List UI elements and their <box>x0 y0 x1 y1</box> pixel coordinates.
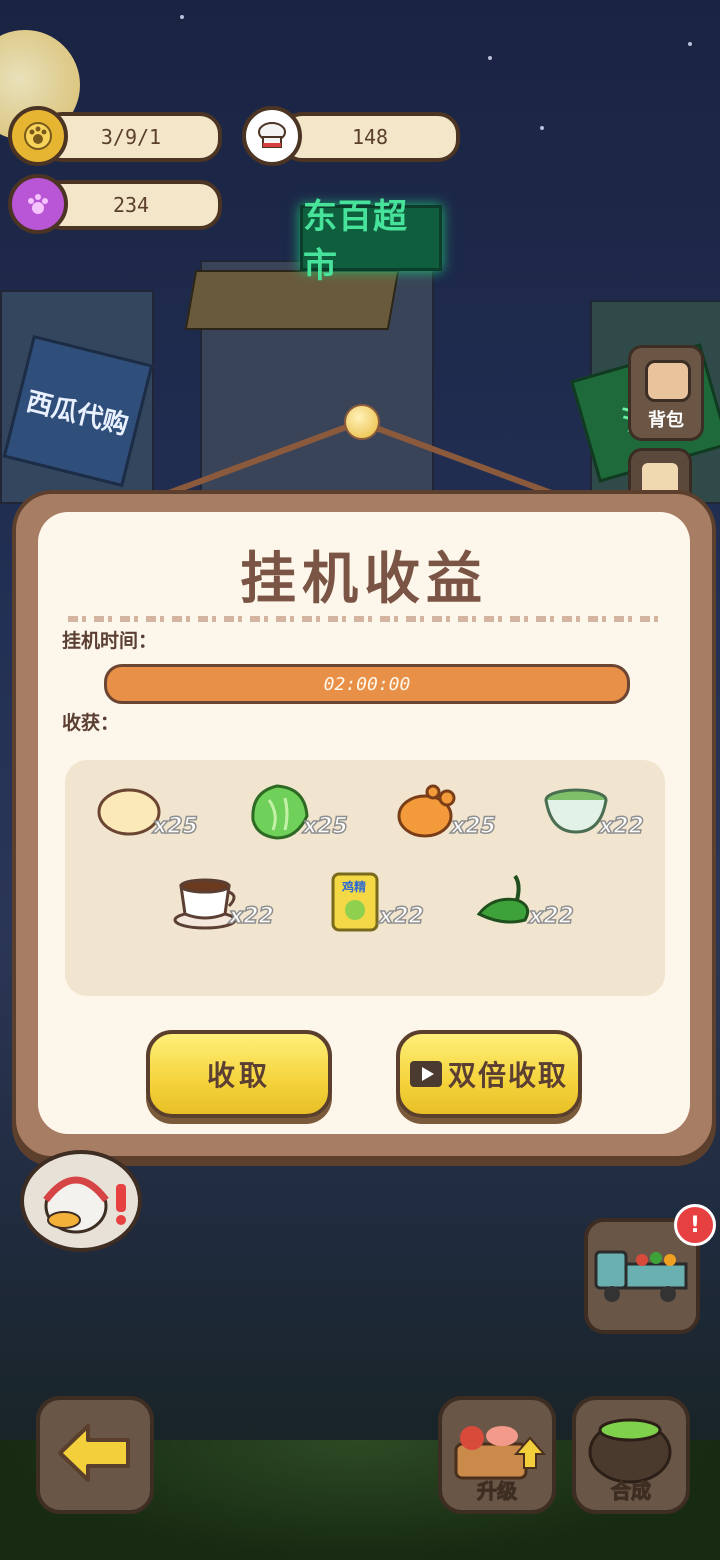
harvest-item: x22 <box>173 870 283 940</box>
supermarket-sign: 东百超市 <box>300 197 442 286</box>
harvest-label: 收获： <box>62 712 120 734</box>
dialog-title: 挂机收益 <box>240 546 488 612</box>
harvest-item: x22 <box>543 780 653 850</box>
duck-helper-button[interactable] <box>20 1150 142 1252</box>
idle-time-label: 挂机时间： <box>62 630 158 652</box>
purple-paw-icon[interactable] <box>8 174 68 234</box>
craft-label: 合成 <box>611 1479 652 1504</box>
upgrade-button[interactable]: 升级 <box>438 1396 556 1514</box>
chef-hat-icon[interactable] <box>242 106 302 166</box>
arrow-left-icon <box>58 1424 130 1482</box>
double-collect-button-label: 双倍收取 <box>447 1059 568 1092</box>
star <box>540 126 544 130</box>
chef-counter-value: 148 <box>351 125 389 149</box>
backpack-label: 背包 <box>648 410 684 431</box>
item-count: x22 <box>228 903 274 930</box>
title-divider <box>68 616 660 622</box>
item-count: x25 <box>302 813 348 840</box>
gem-counter-value: 234 <box>112 193 150 217</box>
harvest-item: 鸡精 x22 <box>323 870 433 940</box>
rope-pin <box>344 404 380 440</box>
collect-button[interactable]: 收取 <box>146 1030 332 1118</box>
chicken-essence-package-text: 鸡精 <box>342 880 367 894</box>
video-ad-icon <box>409 1061 442 1087</box>
upgrade-label: 升级 <box>477 1479 518 1504</box>
backpack-icon <box>645 360 691 402</box>
harvest-item: x22 <box>473 870 583 940</box>
star <box>488 56 492 60</box>
item-count: x22 <box>598 813 644 840</box>
idle-time-bar: 02:00:00 <box>104 664 630 704</box>
harvest-item: x25 <box>247 780 357 850</box>
paw-counter-value: 3/9/1 <box>100 125 162 149</box>
craft-button[interactable]: 合成 <box>572 1396 690 1514</box>
star <box>688 42 692 46</box>
alert-badge: ! <box>674 1204 716 1246</box>
double-collect-button[interactable]: 双倍收取 <box>396 1030 582 1118</box>
item-count: x25 <box>450 813 496 840</box>
item-count: x22 <box>378 903 424 930</box>
harvest-items-panel: x25 x25 x25 x22 x22 鸡精 x22 x22 <box>65 760 665 996</box>
chef-counter-bar: 148 <box>280 112 460 162</box>
item-count: x22 <box>528 903 574 930</box>
harvest-item: x25 <box>97 780 207 850</box>
paw-coin-icon[interactable] <box>8 106 68 166</box>
back-button[interactable] <box>36 1396 154 1514</box>
truck-icon <box>594 1250 688 1302</box>
harvest-item: x25 <box>395 780 505 850</box>
collect-button-label: 收取 <box>206 1059 271 1092</box>
backpack-button[interactable]: 背包 <box>628 345 704 441</box>
idle-earnings-dialog: 挂机收益 挂机时间： 02:00:00 收获： x25 x25 x25 x22 <box>12 490 716 1160</box>
star <box>180 15 184 19</box>
dialog-panel: 挂机收益 挂机时间： 02:00:00 收获： x25 x25 x25 x22 <box>38 512 690 1134</box>
duck-headset-icon <box>43 1176 126 1234</box>
item-count: x25 <box>152 813 198 840</box>
idle-time-value: 02:00:00 <box>323 673 411 695</box>
